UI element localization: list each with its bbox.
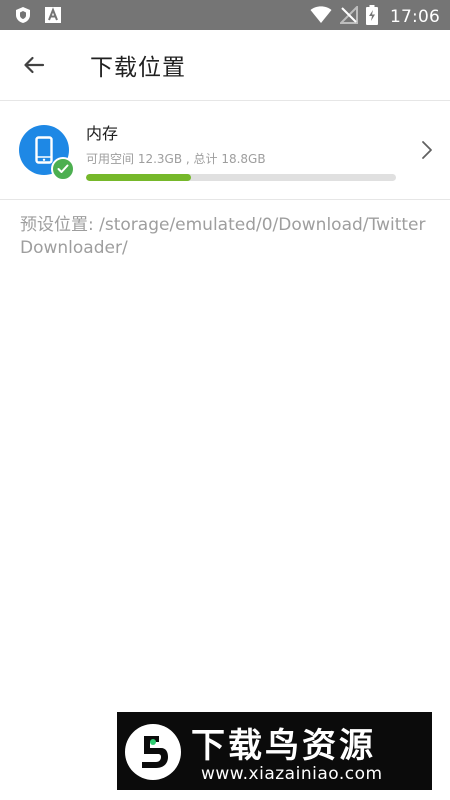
check-icon (57, 164, 69, 173)
watermark-url: www.xiazainiao.com (201, 764, 383, 784)
status-bar-right: 17:06 (310, 4, 440, 29)
watermark-banner: 下载鸟资源 www.xiazainiao.com (117, 712, 432, 790)
app-bar: 下载位置 (0, 30, 450, 100)
shield-icon (14, 6, 32, 24)
arrow-left-icon (24, 56, 45, 74)
wifi-icon (310, 6, 332, 28)
storage-detail: 可用空间 12.3GB , 总计 18.8GB (86, 152, 266, 166)
status-time: 17:06 (390, 7, 440, 27)
storage-name: 内存 (86, 124, 119, 143)
font-a-icon (44, 6, 62, 24)
battery-charging-icon (366, 5, 378, 29)
chevron-right-icon (422, 141, 432, 159)
default-path-text: 预设位置: /storage/emulated/0/Download/Twitt… (20, 215, 426, 258)
status-bar-left (14, 6, 62, 24)
storage-progress-bar (86, 174, 396, 181)
storage-item-internal[interactable]: 内存 可用空间 12.3GB , 总计 18.8GB (0, 100, 450, 200)
back-button[interactable] (14, 45, 54, 85)
storage-progress-fill (86, 174, 192, 181)
phone-icon (35, 136, 53, 164)
page-title: 下载位置 (90, 55, 186, 81)
status-bar: 17:06 (0, 0, 450, 30)
check-badge (51, 157, 75, 181)
bird-logo-icon (125, 724, 181, 780)
watermark-title: 下载鸟资源 (191, 726, 376, 766)
no-sim-icon (338, 4, 358, 28)
